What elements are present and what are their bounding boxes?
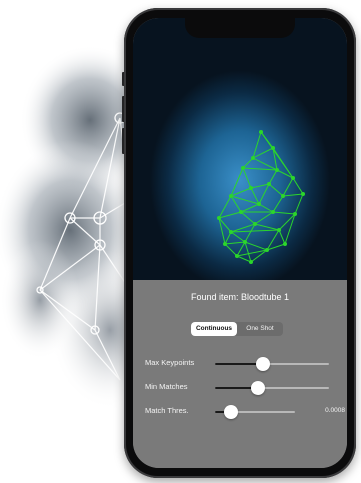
mesh-edge: [272, 195, 284, 213]
mesh-edge: [254, 211, 274, 225]
mesh-edge: [254, 223, 280, 231]
keypoint-dot: [223, 242, 227, 246]
mesh-edge: [282, 177, 294, 197]
keypoint-dot: [241, 166, 245, 170]
mesh-edge: [278, 229, 286, 245]
keypoint-dot: [267, 182, 271, 186]
keypoint-dot: [265, 248, 269, 252]
mesh-edge: [240, 203, 260, 213]
match-threshold-value: 0.0008: [325, 407, 345, 414]
keypoint-dot: [253, 222, 257, 226]
keypoint-dot: [229, 194, 233, 198]
mesh-edge: [282, 193, 304, 197]
keypoint-dot: [249, 260, 253, 264]
keypoint-dot: [259, 130, 263, 134]
keypoint-dot: [281, 194, 285, 198]
match-threshold-row: Match Thres. 0.0008: [145, 404, 345, 420]
min-matches-row: Min Matches: [145, 380, 345, 396]
keypoint-dot: [291, 176, 295, 180]
mesh-edge: [236, 255, 252, 263]
mesh-edge: [258, 203, 274, 213]
max-keypoints-slider[interactable]: [215, 357, 329, 371]
mode-continuous-option[interactable]: Continuous: [191, 322, 237, 336]
min-matches-label: Min Matches: [145, 382, 188, 391]
app-screen: Found item: Bloodtube 1 Continuous One S…: [133, 18, 347, 468]
mesh-edge: [242, 167, 278, 171]
min-matches-slider-thumb[interactable]: [251, 381, 266, 395]
settings-panel: Found item: Bloodtube 1 Continuous One S…: [133, 280, 347, 468]
keypoint-dot: [271, 210, 275, 214]
max-keypoints-row: Max Keypoints: [145, 356, 345, 372]
mesh-edge: [268, 183, 284, 197]
mesh-edge: [224, 231, 232, 245]
mesh-edge: [268, 169, 278, 185]
mesh-edge: [292, 177, 304, 195]
keypoint-dot: [301, 192, 305, 196]
mesh-edge: [258, 183, 270, 205]
mesh-edge: [230, 229, 280, 233]
keypoint-dot: [249, 186, 253, 190]
mesh-edge: [250, 183, 270, 189]
found-item-label: Found item: Bloodtube 1: [190, 292, 290, 302]
mode-segmented-control[interactable]: Continuous One Shot: [191, 322, 283, 336]
keypoint-dot: [239, 210, 243, 214]
keypoint-dot: [243, 240, 247, 244]
mesh-edge: [230, 231, 246, 243]
keypoint-dot: [251, 156, 255, 160]
keypoint-dot: [235, 254, 239, 258]
keypoint-mesh: [217, 130, 305, 264]
phone-frame: Found item: Bloodtube 1 Continuous One S…: [124, 8, 356, 478]
max-keypoints-slider-thumb[interactable]: [255, 357, 270, 371]
keypoint-dot: [275, 168, 279, 172]
min-matches-slider[interactable]: [215, 381, 329, 395]
max-keypoints-label: Max Keypoints: [145, 358, 195, 367]
mesh-edge: [242, 167, 252, 189]
mesh-edge: [244, 241, 252, 263]
keypoint-dot: [283, 242, 287, 246]
mesh-edge: [294, 193, 304, 215]
mesh-edge: [244, 241, 268, 251]
camera-preview: [133, 18, 347, 280]
keypoint-dot: [257, 202, 261, 206]
keypoint-dot: [277, 228, 281, 232]
keypoint-dot: [229, 230, 233, 234]
mode-one-shot-option[interactable]: One Shot: [237, 322, 283, 336]
keypoint-dot: [217, 216, 221, 220]
match-threshold-label: Match Thres.: [145, 406, 189, 415]
match-threshold-slider-thumb[interactable]: [224, 405, 238, 419]
mesh-edge: [240, 211, 256, 225]
mesh-edge: [224, 241, 246, 245]
mesh-edge: [242, 157, 254, 169]
mesh-edge: [236, 241, 246, 257]
match-threshold-slider[interactable]: [215, 405, 295, 419]
mesh-edge: [272, 211, 296, 215]
mesh-edge: [252, 157, 278, 171]
keypoint-dot: [271, 146, 275, 150]
phone-notch: [185, 18, 295, 38]
mesh-edge: [224, 243, 238, 257]
keypoint-dot: [293, 212, 297, 216]
